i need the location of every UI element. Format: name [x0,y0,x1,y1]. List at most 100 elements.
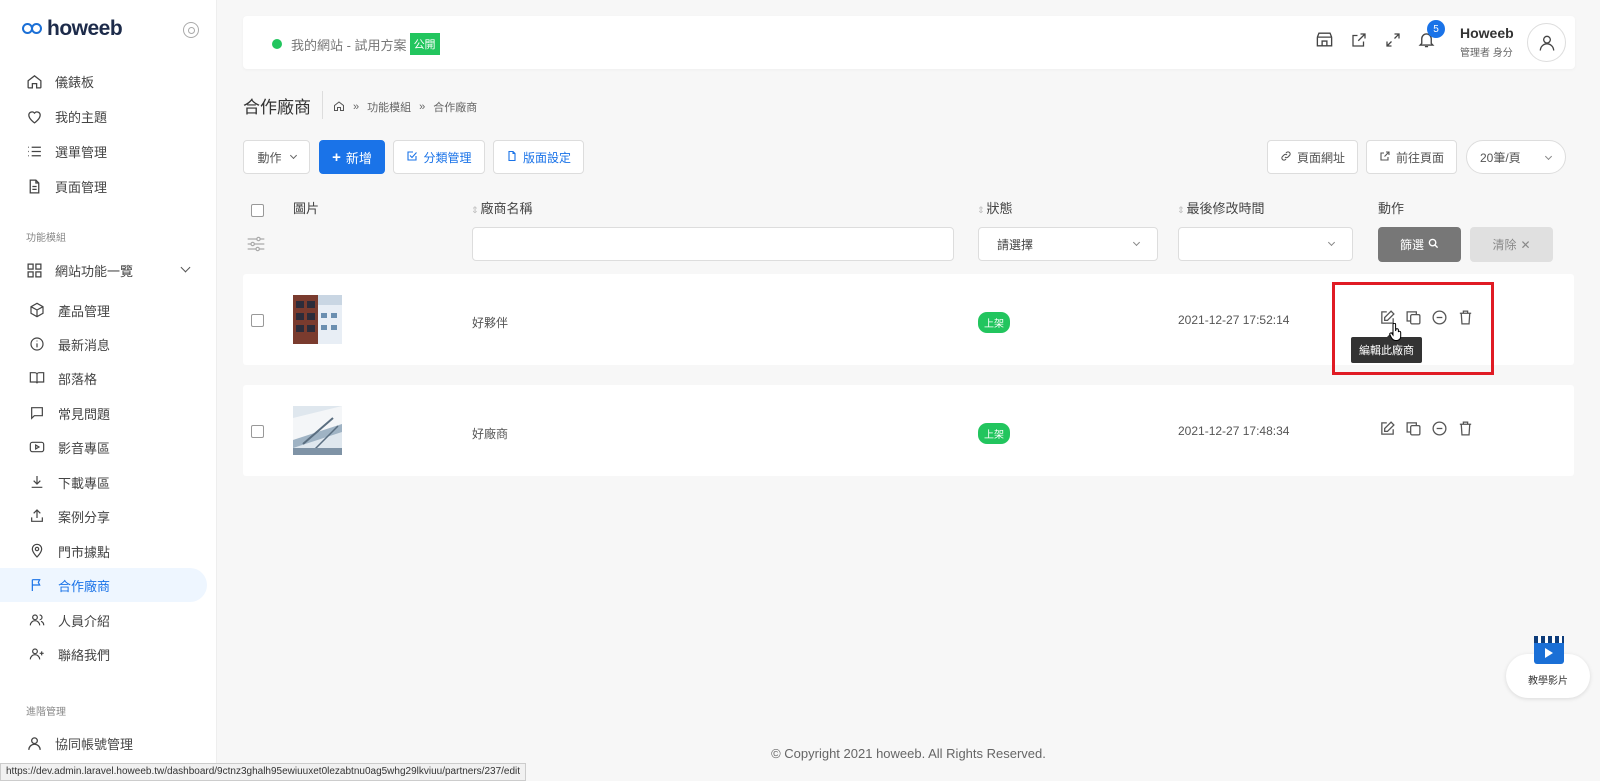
sidebar-item-dashboard[interactable]: 儀錶板 [0,64,207,98]
clear-button-label: 清除 [1492,238,1517,252]
user-role: 管理者 身分 [1460,48,1513,59]
category-management-button[interactable]: 分類管理 [393,140,485,174]
row-checkbox[interactable] [251,425,264,438]
select-all-checkbox[interactable] [251,204,264,217]
footer-copyright: © Copyright 2021 howeeb. All Rights Rese… [771,746,1046,761]
breadcrumb-current: 合作廠商 [433,102,478,114]
book-icon [28,369,46,387]
check-square-icon [406,150,418,165]
sidebar-item-videos[interactable]: 影音專區 [0,430,207,464]
status-badge: 上架 [978,423,1010,444]
sidebar-item-pages[interactable]: 頁面管理 [0,169,207,203]
name-filter-input[interactable] [472,227,954,261]
per-page-select[interactable]: 20筆/頁 [1466,140,1566,174]
site-name: 我的網站 - 試用方案 [291,37,407,53]
site-status[interactable]: 我的網站 - 試用方案 公開 [272,33,440,55]
sidebar-item-blog[interactable]: 部落格 [0,361,207,395]
table-row[interactable]: 好廠商 上架 2021-12-27 17:48:34 [243,385,1574,476]
sidebar-item-stores[interactable]: 門市據點 [0,534,207,568]
sidebar-toggle-icon[interactable] [183,22,199,38]
partner-thumbnail [293,406,342,455]
sidebar-item-contact[interactable]: 聯絡我們 [0,637,207,671]
home-icon[interactable] [333,100,345,115]
goto-page-button[interactable]: 前往頁面 [1366,140,1457,174]
copy-icon[interactable] [1404,419,1422,437]
trash-icon[interactable] [1456,419,1474,437]
external-link-icon [1379,150,1391,165]
user-name[interactable]: Howeeb [1460,25,1514,41]
sidebar-section-modules: 功能模組 [26,233,66,244]
user-avatar-icon [1539,35,1554,51]
list-icon [25,142,43,160]
partner-name: 好夥伴 [472,316,509,330]
map-pin-icon [28,542,46,560]
flag-icon [28,576,46,594]
breadcrumb-modules[interactable]: 功能模組 [367,99,411,115]
fullscreen-icon[interactable] [1382,29,1403,50]
logo-infinity-icon [22,22,44,36]
sidebar-item-label: 常見問題 [58,406,111,422]
logo[interactable]: howeeb [22,17,123,41]
architecture-photo-icon [293,406,342,455]
bell-icon[interactable]: 5 [1416,20,1445,50]
video-icon [28,438,46,456]
sidebar-item-faq[interactable]: 常見問題 [0,396,207,430]
info-icon [28,335,46,353]
add-button-label: 新增 [345,150,372,166]
sidebar-item-label: 影音專區 [58,440,111,456]
status-filter-select[interactable]: 請選擇 [978,227,1158,261]
sidebar-item-news[interactable]: 最新消息 [0,327,207,361]
sidebar-item-menus[interactable]: 選單管理 [0,134,207,168]
home-icon [25,72,43,90]
sort-icon: ⇕ [977,205,985,215]
heart-icon [25,107,43,125]
action-dropdown-button[interactable]: 動作 [243,140,310,174]
grid-icon [25,261,43,279]
sidebar-item-cases[interactable]: 案例分享 [0,499,207,533]
clear-button[interactable]: 清除 ✕ [1470,227,1553,262]
modified-filter-select[interactable] [1178,227,1353,261]
external-link-icon[interactable] [1348,29,1369,50]
status-filter-value: 請選擇 [997,237,1034,252]
filter-button-label: 篩選 [1399,238,1424,252]
unpublish-icon[interactable] [1430,419,1448,437]
sidebar: howeeb 儀錶板 我的主題 選單管理 頁面管理 功能模組 網站功能一覽 產品… [0,0,217,781]
avatar[interactable] [1527,23,1566,62]
sidebar-item-label: 頁面管理 [55,179,108,195]
sidebar-section-advanced: 進階管理 [26,707,66,718]
tutorial-video-label: 教學影片 [1528,676,1568,687]
logo-text: howeeb [47,17,123,40]
sidebar-item-label: 下載專區 [58,475,111,491]
partner-thumbnail [293,295,342,344]
sidebar-item-partners[interactable]: 合作廠商 [0,568,207,602]
add-button[interactable]: + 新增 [319,140,385,174]
sidebar-item-themes[interactable]: 我的主題 [0,99,207,133]
sidebar-item-label: 儀錶板 [55,74,95,90]
chevron-down-icon [1544,152,1553,161]
modified-time: 2021-12-27 17:48:34 [1178,424,1290,438]
row-actions [1378,419,1474,437]
column-header-status[interactable]: ⇕ 狀態 [977,198,1013,217]
sort-icon: ⇕ [471,205,479,215]
store-icon[interactable] [1314,29,1335,50]
sidebar-group-site-features[interactable]: 網站功能一覽 [0,253,207,287]
column-header-name[interactable]: ⇕ 廠商名稱 [471,198,533,217]
row-checkbox[interactable] [251,314,264,327]
sidebar-item-label: 最新消息 [58,337,111,353]
browser-status-url: https://dev.admin.laravel.howeeb.tw/dash… [0,763,527,781]
layout-settings-button[interactable]: 版面設定 [493,140,584,174]
filter-button[interactable]: 篩選 [1378,227,1461,262]
sidebar-item-products[interactable]: 產品管理 [0,293,207,327]
sort-icon: ⇕ [1177,205,1185,215]
search-icon [1428,238,1439,252]
column-header-modified[interactable]: ⇕ 最後修改時間 [1177,198,1265,217]
page-url-button[interactable]: 頁面網址 [1267,140,1358,174]
per-page-value: 20筆/頁 [1480,150,1521,165]
filter-sliders-icon[interactable] [246,235,266,256]
sidebar-item-members[interactable]: 人員介紹 [0,603,207,637]
tutorial-video-widget[interactable]: 教學影片 [1504,636,1592,700]
edit-icon[interactable] [1378,419,1396,437]
sidebar-item-downloads[interactable]: 下載專區 [0,465,207,499]
chevron-down-icon [1327,238,1336,247]
clapperboard-icon [1534,636,1564,664]
